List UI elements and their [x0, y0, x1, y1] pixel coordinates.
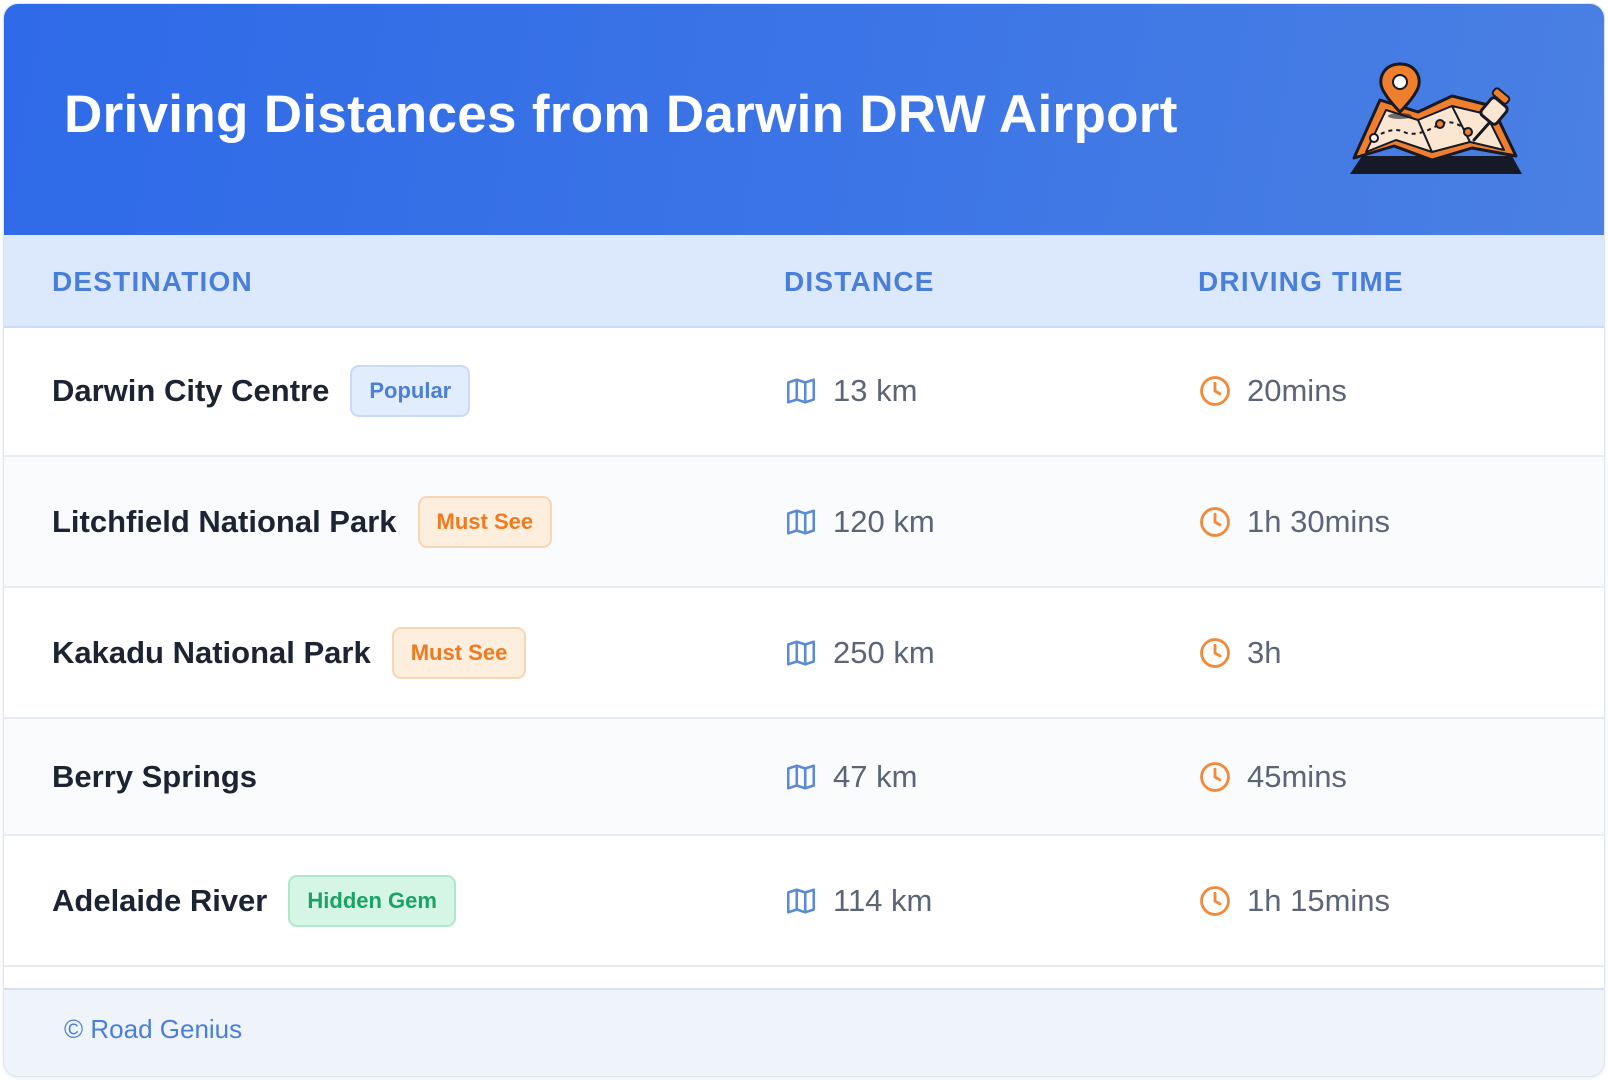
header-banner: Driving Distances from Darwin DRW Airpor… [4, 4, 1604, 235]
destination-cell: Kakadu National Park Must See [52, 588, 527, 717]
distance-value: 120 km [833, 503, 935, 539]
clock-icon [1200, 761, 1230, 792]
table-row[interactable]: Darwin City Centre Popular 13 km 20mins [4, 326, 1604, 457]
map-icon [786, 639, 816, 666]
distance-cell: 13 km [784, 326, 917, 455]
driving-time-cell: 1h 30mins [1198, 457, 1390, 586]
table-row[interactable]: Litchfield National Park Must See 120 km 1h… [4, 457, 1604, 588]
column-header-driving-time[interactable]: DRIVING TIME [1198, 266, 1404, 298]
destination-name: Darwin City Centre [52, 372, 330, 408]
driving-time-cell: 20mins [1198, 326, 1347, 455]
distance-value: 47 km [833, 758, 918, 794]
map-icon [786, 377, 816, 404]
distance-cell: 120 km [784, 457, 935, 586]
destination-name: Berry Springs [52, 758, 258, 794]
driving-time-value: 1h 15mins [1247, 882, 1391, 918]
table-row[interactable]: Kakadu National Park Must See 250 km 3h [4, 588, 1604, 719]
map-icon [786, 887, 816, 914]
driving-time-value: 20mins [1247, 372, 1347, 408]
destination-cell: Darwin City Centre Popular [52, 326, 471, 455]
destination-name: Kakadu National Park [52, 634, 371, 670]
distance-cell: 250 km [784, 588, 935, 717]
distance-cell: 47 km [784, 719, 917, 834]
status-badge: Popular [350, 364, 471, 417]
column-header-distance[interactable]: DISTANCE [784, 266, 935, 298]
footer: © Road Genius [4, 988, 1604, 1076]
column-header-destination[interactable]: DESTINATION [52, 266, 253, 298]
status-badge: Must See [391, 626, 527, 679]
table-header: DESTINATION DISTANCE DRIVING TIME [4, 235, 1604, 328]
driving-time-value: 45mins [1247, 758, 1347, 794]
distance-value: 250 km [833, 634, 935, 670]
driving-time-value: 1h 30mins [1247, 503, 1391, 539]
map-icon [786, 763, 816, 790]
driving-time-cell: 1h 15mins [1198, 836, 1390, 965]
driving-time-value: 3h [1247, 634, 1282, 670]
table-row[interactable]: Adelaide River Hidden Gem 114 km 1h 15mins [4, 836, 1604, 967]
destination-cell: Litchfield National Park Must See [52, 457, 553, 586]
driving-time-cell: 3h [1198, 588, 1281, 717]
clock-icon [1200, 506, 1230, 537]
distance-value: 13 km [833, 372, 918, 408]
distance-cell: 114 km [784, 836, 932, 965]
destination-name: Adelaide River [52, 882, 268, 918]
table-row[interactable]: Berry Springs 47 km 45mins [4, 719, 1604, 836]
distance-value: 114 km [833, 882, 933, 918]
distance-table-card: Driving Distances from Darwin DRW Airpor… [4, 4, 1604, 1076]
map-with-pins-illustration [1350, 62, 1522, 174]
clock-icon [1200, 637, 1230, 668]
status-badge: Must See [417, 495, 553, 548]
clock-icon [1200, 885, 1230, 916]
destination-name: Litchfield National Park [52, 503, 397, 539]
page-title: Driving Distances from Darwin DRW Airpor… [64, 85, 1178, 144]
destination-cell: Adelaide River Hidden Gem [52, 836, 456, 965]
driving-time-cell: 45mins [1198, 719, 1347, 834]
status-badge: Hidden Gem [288, 874, 456, 927]
destination-cell: Berry Springs [52, 719, 257, 834]
footer-credit: © Road Genius [64, 1014, 243, 1044]
clock-icon [1200, 375, 1230, 406]
map-icon [786, 508, 816, 535]
